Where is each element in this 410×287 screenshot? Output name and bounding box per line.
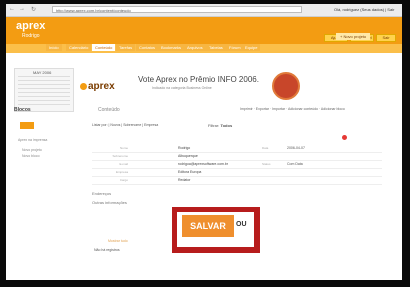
award-badge-icon: [272, 72, 300, 100]
filter-control[interactable]: Filtrar: Todos: [208, 123, 232, 128]
field-value[interactable]: 2006-04-07: [287, 146, 305, 150]
sidebar-link-press[interactable]: Aprex na imprensa: [18, 138, 47, 142]
field-label: Status: [262, 162, 271, 166]
forward-button[interactable]: →: [19, 6, 25, 12]
sidebar-heading: Blocos: [14, 107, 31, 113]
new-project-button[interactable]: + Novo projeto: [336, 33, 371, 40]
form-row: Sobrenome Albuquerque: [92, 154, 382, 161]
page-title: Conteúdo: [98, 107, 120, 113]
filter-label: Filtrar:: [208, 123, 220, 128]
divider: [92, 168, 382, 169]
form-row: Cargo Redator: [92, 178, 382, 185]
banner-subtitle: Indicado na categoria Business Online: [152, 86, 212, 90]
calendar-grid[interactable]: [18, 76, 70, 108]
field-value[interactable]: Editora Europa: [178, 170, 201, 174]
or-separator: OU: [236, 221, 247, 228]
divider: [92, 152, 382, 153]
field-value[interactable]: Com Data: [287, 162, 303, 166]
tab-inicio[interactable]: Início: [46, 44, 62, 51]
field-value[interactable]: Albuquerque: [178, 154, 198, 158]
filter-value[interactable]: Todos: [220, 123, 232, 128]
sidebar-link-new-block[interactable]: Novo bloco: [22, 154, 40, 158]
tab-conteudo[interactable]: Conteúdo: [92, 44, 116, 51]
field-value[interactable]: Rodrigo: [178, 146, 190, 150]
tab-contatos[interactable]: Contatos: [136, 44, 159, 51]
divider: [92, 176, 382, 177]
contact-form: Nome Rodrigo Data 2006-04-07 Sobrenome A…: [92, 138, 382, 208]
tab-equipe[interactable]: Equipe: [242, 44, 261, 51]
field-label: Sobrenome: [112, 154, 128, 158]
save-button[interactable]: SALVAR: [182, 215, 234, 237]
show-all-link[interactable]: Mostrar tudo: [108, 239, 128, 243]
tab-arquivos[interactable]: Arquivos: [184, 44, 206, 51]
mini-calendar[interactable]: MAY 2006: [14, 68, 74, 112]
sidebar-link-new-project[interactable]: Novo projeto: [22, 148, 42, 152]
address-bar[interactable]: http://www.aprex.com.br/content/conteudo: [52, 6, 302, 13]
field-value[interactable]: rodrigoa@aprexsoftware.com.br: [178, 162, 228, 166]
banner-title: Vote Aprex no Prêmio INFO 2006.: [138, 75, 259, 84]
tab-tarefas[interactable]: Tarefas: [116, 44, 136, 51]
sidebar-badge[interactable]: [20, 122, 34, 129]
field-label: E-mail: [119, 162, 128, 166]
browser-toolbar: ← → ↻ http://www.aprex.com.br/content/co…: [6, 4, 402, 17]
back-button[interactable]: ←: [9, 6, 15, 12]
tab-tabelas[interactable]: Tabelas: [206, 44, 226, 51]
form-row: Empresa Editora Europa: [92, 170, 382, 177]
tab-forum[interactable]: Fórum: [226, 44, 244, 51]
divider: [92, 184, 382, 185]
promo-banner[interactable]: aprex Vote Aprex no Prêmio INFO 2006. In…: [80, 71, 302, 101]
field-label: Data: [262, 146, 269, 150]
content-toolbar[interactable]: Imprimir · Exportar · Importar · Adicion…: [240, 107, 345, 111]
field-label: Cargo: [119, 178, 128, 182]
project-name: Rodrigo: [22, 33, 40, 39]
divider: [92, 160, 382, 161]
section-extra-toggle[interactable]: Outras informações: [92, 200, 127, 205]
list-by-row[interactable]: Listar por: | Novos | Sobrenome | Empres…: [92, 123, 158, 127]
reload-button[interactable]: ↻: [31, 6, 36, 13]
app-logo[interactable]: aprex: [16, 20, 45, 32]
section-address-toggle[interactable]: Endereços: [92, 191, 111, 196]
form-row: E-mail rodrigoa@aprexsoftware.com.br Sta…: [92, 162, 382, 169]
banner-logo: aprex: [88, 81, 115, 92]
form-row: Nome Rodrigo Data 2006-04-07: [92, 146, 382, 153]
tab-bookmarks[interactable]: Bookmarks: [158, 44, 185, 51]
logout-button[interactable]: Sair: [376, 34, 396, 42]
no-results-text: Não há registros: [94, 248, 120, 252]
field-label: Empresa: [115, 170, 128, 174]
tab-calendario[interactable]: Calendário: [66, 44, 92, 51]
field-value[interactable]: Redator: [178, 178, 190, 182]
screen: ← → ↻ http://www.aprex.com.br/content/co…: [6, 4, 402, 280]
user-info[interactable]: Olá, rodriguez (Seus dados) | Sair: [334, 7, 394, 12]
calendar-title: MAY 2006: [33, 70, 52, 75]
field-label: Nome: [119, 146, 128, 150]
banner-logo-icon: [80, 83, 87, 90]
